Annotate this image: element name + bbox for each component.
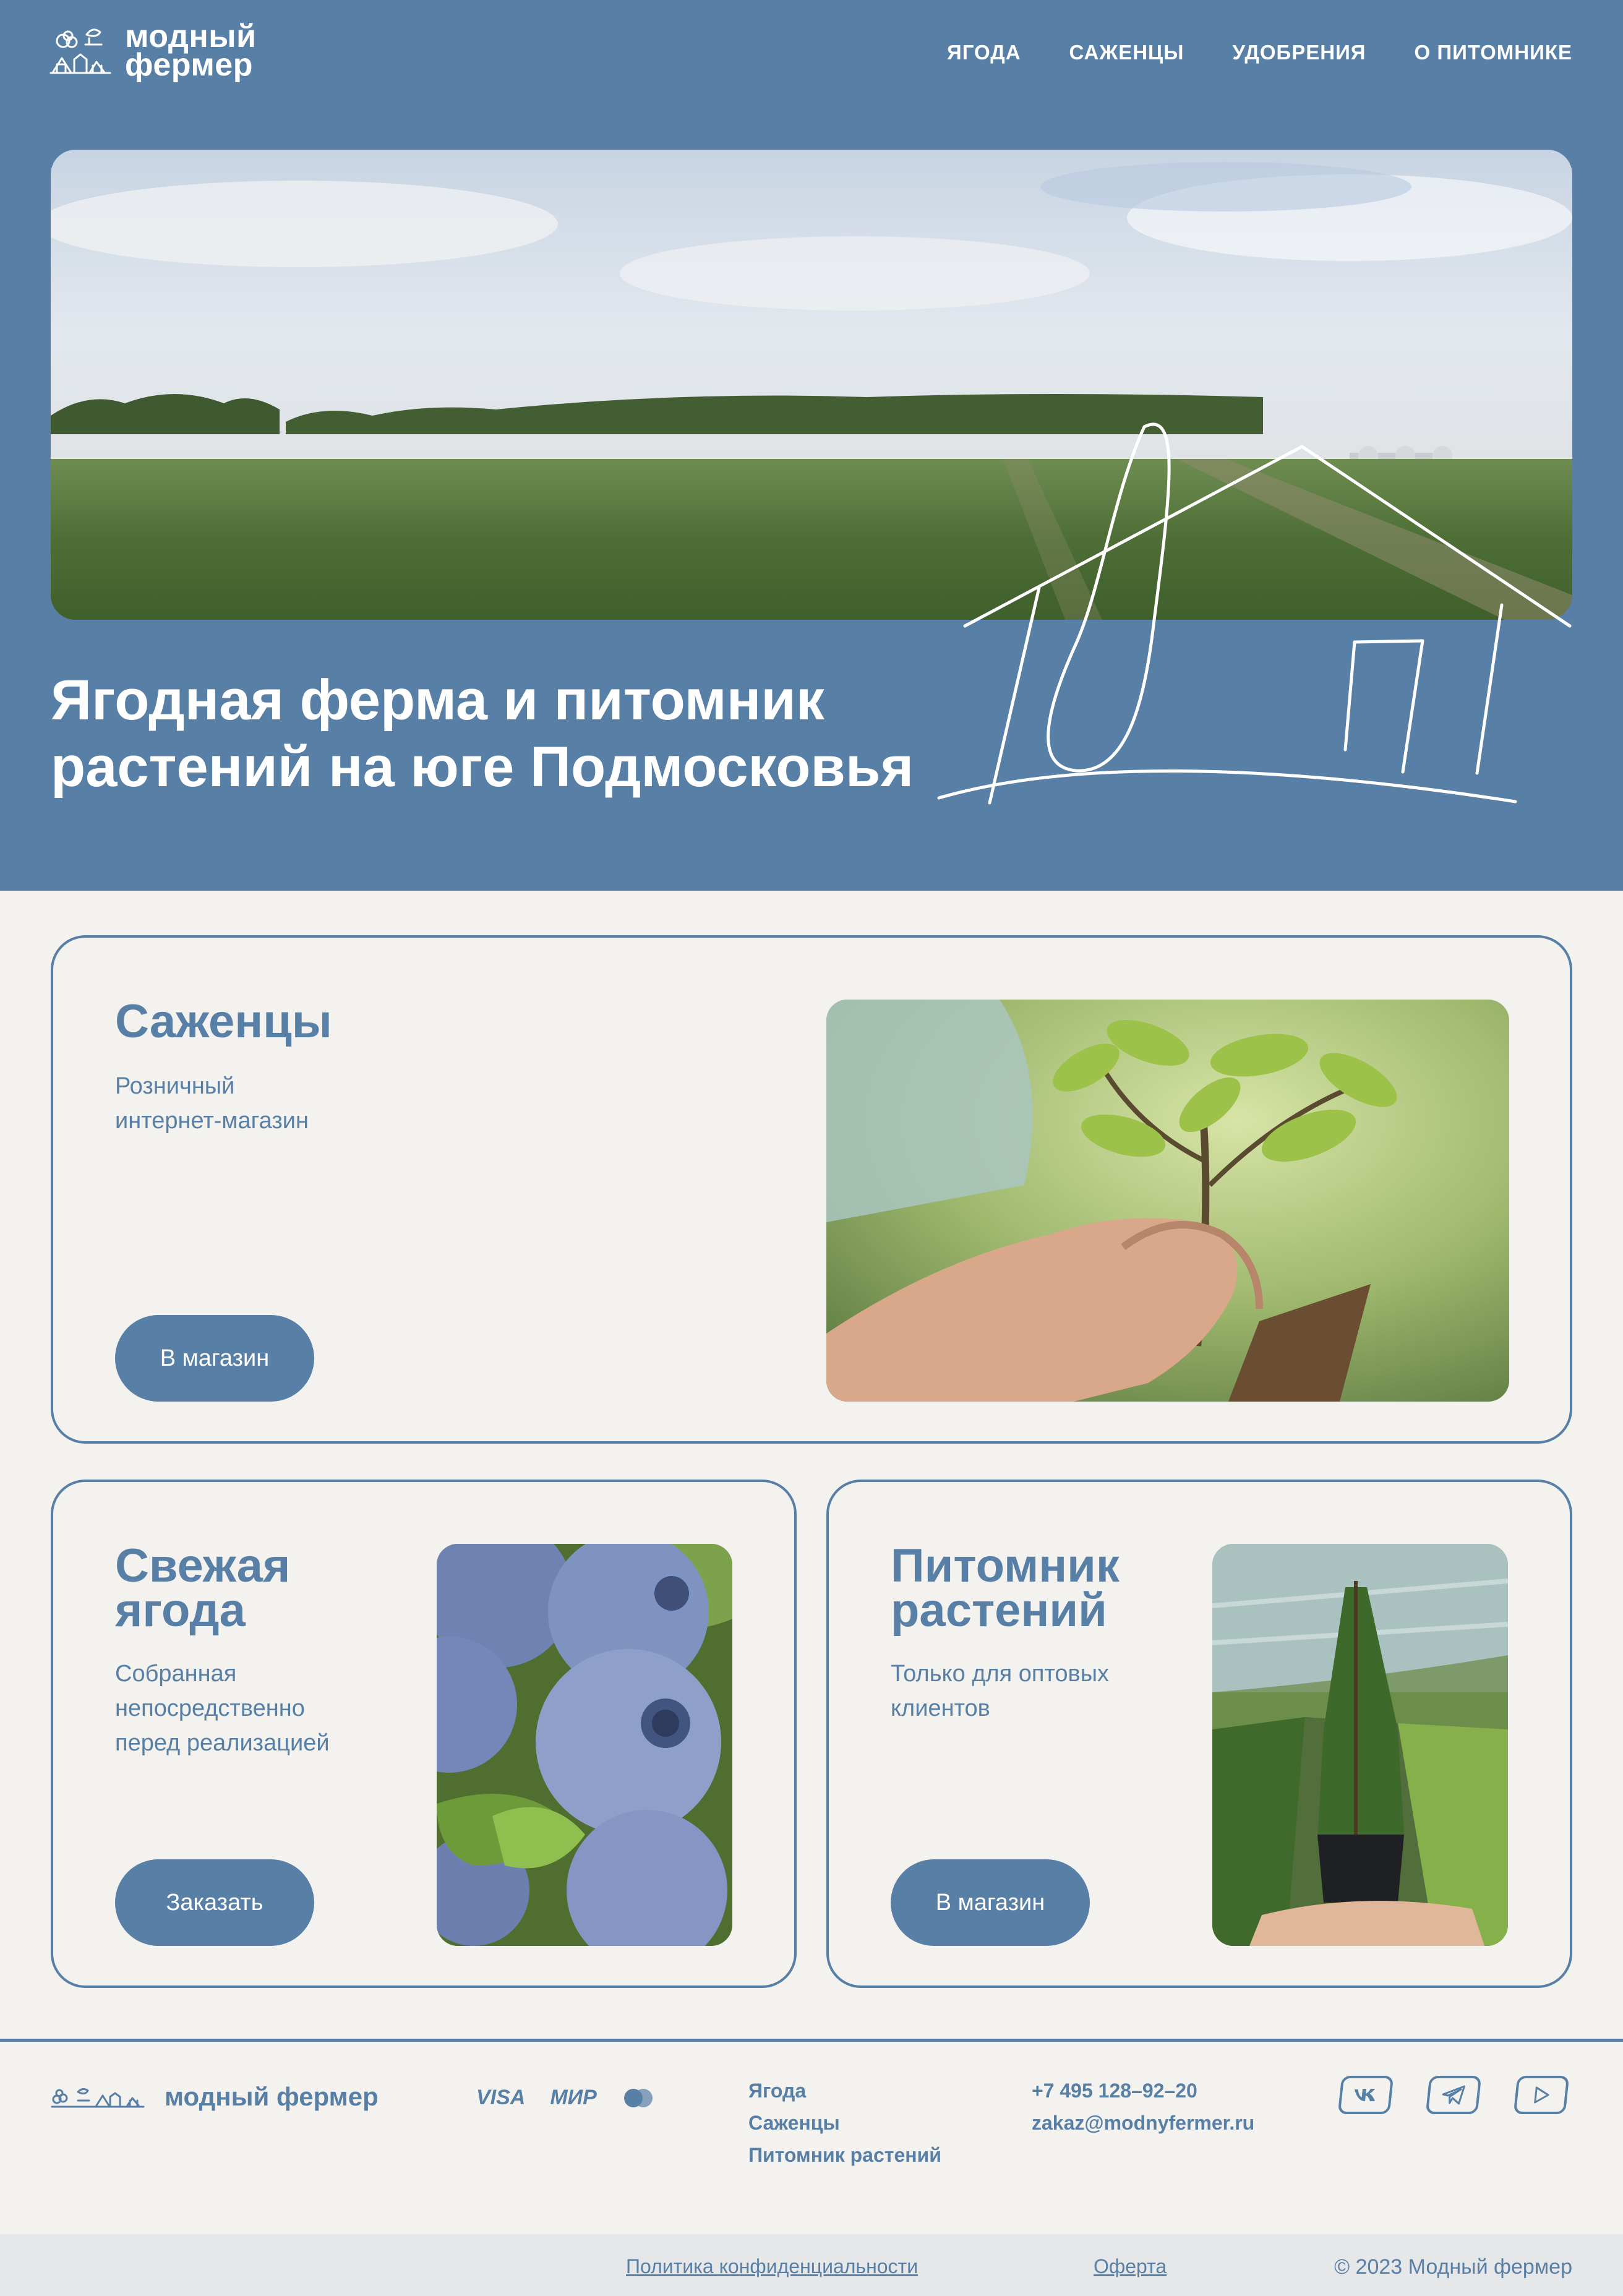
brand-name-line2: фермер	[125, 47, 253, 83]
house-outline-illustration	[937, 422, 1572, 805]
hero-section: модный фермер ЯГОДА САЖЕНЦЫ УДОБРЕНИЯ О …	[0, 0, 1623, 891]
nav-item-seedlings[interactable]: САЖЕНЦЫ	[1069, 41, 1184, 64]
farm-logo-icon	[51, 2088, 145, 2108]
vk-icon[interactable]	[1337, 2076, 1394, 2114]
copyright: © 2023 Модный фермер	[1334, 2255, 1572, 2279]
card-nursery-title: Питомник растений	[891, 1540, 1120, 1637]
seedling-hands-photo	[826, 1000, 1509, 1402]
card-plant-nursery: Питомник растений Только для оптовых клиен…	[826, 1480, 1572, 1988]
card-seedlings: Саженцы Розничный интернет-магазин В мага…	[51, 935, 1572, 1444]
main-nav: ЯГОДА САЖЕНЦЫ УДОБРЕНИЯ О ПИТОМНИКЕ	[947, 41, 1572, 64]
mastercard-icon	[623, 2088, 653, 2107]
card-berry-title: Свежая ягода	[115, 1540, 291, 1637]
visa-icon: VISA	[476, 2086, 526, 2109]
youtube-icon[interactable]	[1513, 2076, 1570, 2114]
mir-icon: МИР	[550, 2086, 597, 2109]
nav-item-about[interactable]: О ПИТОМНИКЕ	[1415, 41, 1572, 64]
footer-link-nursery[interactable]: Питомник растений	[748, 2139, 941, 2171]
footer-phone[interactable]: +7 495 128–92–20	[1032, 2075, 1254, 2107]
legal-bar: Политика конфиденциальности Оферта © 202…	[0, 2234, 1623, 2296]
telegram-icon[interactable]	[1425, 2076, 1482, 2114]
berry-order-button[interactable]: Заказать	[115, 1859, 314, 1946]
card-seedlings-title: Саженцы	[115, 995, 332, 1048]
nursery-greenhouse-photo	[1212, 1544, 1508, 1946]
footer-links: Ягода Саженцы Питомник растений	[748, 2075, 941, 2171]
farm-logo-icon	[49, 28, 111, 74]
nursery-shop-button[interactable]: В магазин	[891, 1859, 1090, 1946]
seedlings-shop-button[interactable]: В магазин	[115, 1315, 314, 1402]
footer-divider	[0, 2039, 1623, 2042]
card-berry-description: Собранная непосредственно перед реализацие…	[115, 1661, 330, 1756]
nav-item-berry[interactable]: ЯГОДА	[947, 41, 1021, 64]
footer-link-seedlings[interactable]: Саженцы	[748, 2107, 941, 2139]
footer-email[interactable]: zakaz@modnyfermer.ru	[1032, 2107, 1254, 2139]
footer-logo[interactable]: модный фермер	[51, 2082, 379, 2112]
payment-methods: VISA МИР	[476, 2086, 655, 2110]
social-links	[1337, 2076, 1570, 2114]
logo[interactable]: модный фермер	[49, 20, 257, 83]
card-seedlings-description: Розничный интернет-магазин	[115, 1073, 309, 1134]
offer-link[interactable]: Оферта	[1094, 2255, 1167, 2278]
card-nursery-description: Только для оптовых клиентов	[891, 1661, 1110, 1721]
nav-item-fertilizers[interactable]: УДОБРЕНИЯ	[1232, 41, 1366, 64]
blueberries-photo	[437, 1544, 732, 1946]
footer-brand-name: модный фермер	[165, 2082, 379, 2111]
footer-contacts: +7 495 128–92–20 zakaz@modnyfermer.ru	[1032, 2075, 1254, 2139]
privacy-policy-link[interactable]: Политика конфиденциальности	[626, 2255, 918, 2278]
card-fresh-berry: Свежая ягода Собранная непосредственно пере…	[51, 1480, 797, 1988]
hero-title: Ягодная ферма и питомник растений на юге…	[51, 669, 914, 799]
footer-link-berry[interactable]: Ягода	[748, 2075, 941, 2107]
